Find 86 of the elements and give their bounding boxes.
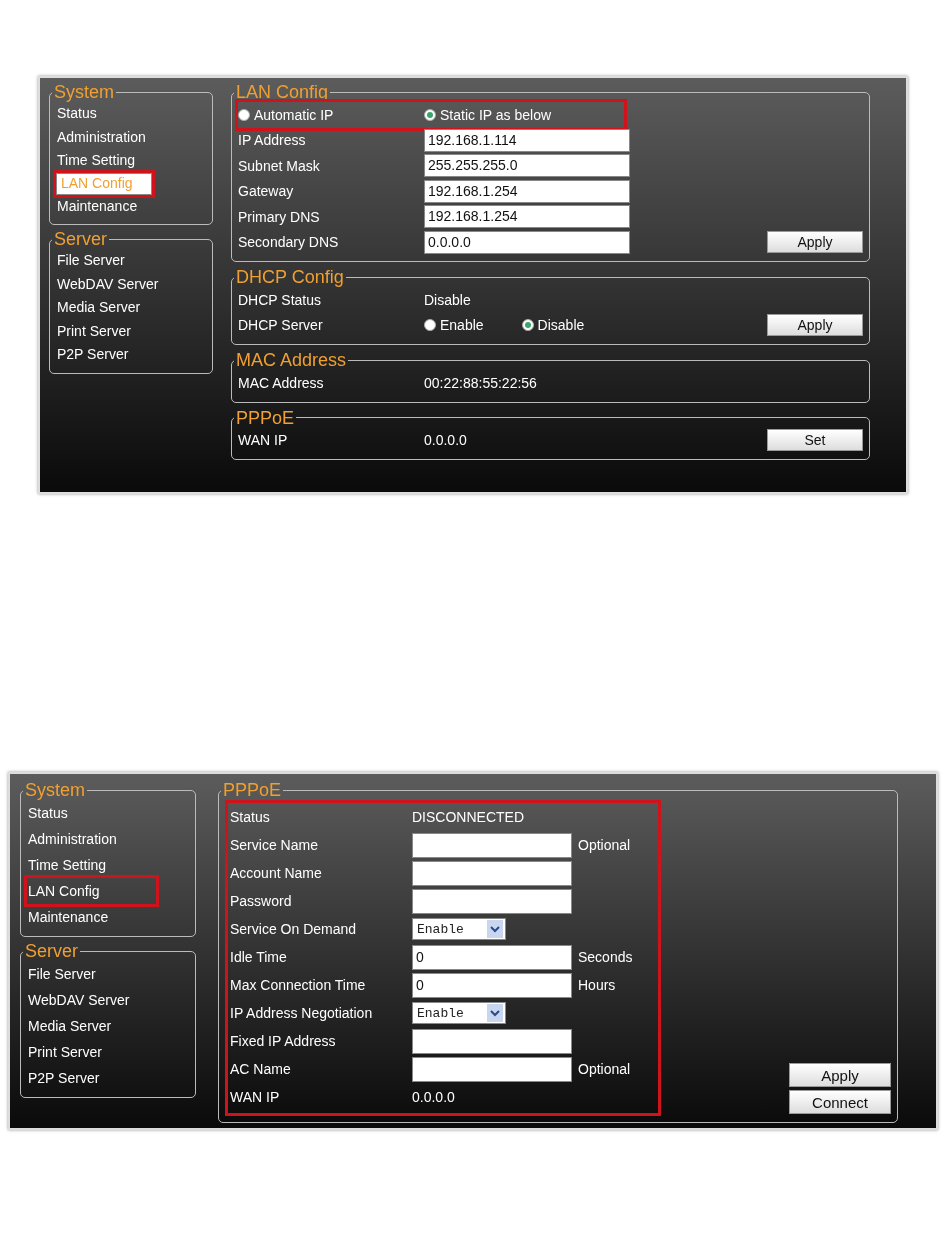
menu-item[interactable]: WebDAV Server: [27, 987, 189, 1013]
group-title: Server: [53, 229, 108, 249]
input-field[interactable]: 192.168.1.254: [424, 205, 630, 229]
input-field[interactable]: 192.168.1.114: [424, 128, 630, 152]
section-title: LAN Config: [235, 82, 330, 102]
dropdown[interactable]: Enable: [412, 1002, 506, 1024]
input-field[interactable]: 0: [412, 944, 572, 970]
action-button[interactable]: Apply: [767, 314, 863, 336]
action-button[interactable]: Apply: [767, 231, 863, 253]
field-value: Disable: [424, 291, 471, 308]
menu-item[interactable]: Time Setting: [27, 852, 189, 878]
group-title: System: [53, 82, 115, 102]
field-value: 00:22:88:55:22:56: [424, 374, 537, 391]
unit-label: Hours: [578, 977, 616, 993]
menu-item[interactable]: WebDAV Server: [56, 272, 206, 296]
action-button[interactable]: Set: [767, 429, 863, 451]
field-label: Subnet Mask: [238, 157, 321, 174]
menu-item[interactable]: P2P Server: [56, 343, 206, 367]
dropdown[interactable]: Enable: [412, 918, 506, 940]
radio-icon[interactable]: [424, 108, 436, 121]
menu-item[interactable]: Media Server: [27, 1013, 189, 1039]
menu-item[interactable]: P2P Server: [27, 1065, 189, 1091]
field-label: MAC Address: [238, 374, 325, 391]
field-value: 0.0.0.0: [412, 1089, 455, 1105]
unit-label: Optional: [578, 837, 631, 853]
menu-item[interactable]: LAN Config: [27, 878, 156, 904]
chevron-down-icon: [487, 920, 503, 938]
chevron-down-icon: [487, 1004, 503, 1022]
radio-icon[interactable]: [424, 319, 436, 332]
menu-item[interactable]: Media Server: [56, 296, 206, 320]
group-title: Server: [24, 941, 79, 961]
input-field[interactable]: [412, 1056, 572, 1082]
field-label: WAN IP: [230, 1089, 281, 1105]
input-field[interactable]: 192.168.1.254: [424, 179, 630, 203]
field-label: Fixed IP Address: [230, 1033, 337, 1049]
field-label: Idle Time: [230, 949, 288, 965]
input-field[interactable]: [412, 832, 572, 858]
field-label: DHCP Status: [238, 291, 322, 308]
radio-icon[interactable]: [521, 319, 534, 332]
field-value: DISCONNECTED: [412, 809, 524, 825]
menu-item[interactable]: File Server: [27, 961, 189, 987]
menu-item[interactable]: Maintenance: [56, 194, 206, 218]
menu-item[interactable]: Print Server: [27, 1039, 189, 1065]
menu-item[interactable]: Status: [27, 800, 189, 826]
section-title: PPPoE: [222, 780, 283, 800]
input-field[interactable]: 0: [412, 972, 572, 998]
field-label: AC Name: [230, 1061, 292, 1077]
field-label: IP Address: [238, 132, 307, 149]
action-button[interactable]: Apply: [789, 1063, 891, 1087]
group-title: System: [24, 780, 86, 800]
menu-item[interactable]: File Server: [56, 249, 206, 273]
field-label: IP Address Negotiation: [230, 1005, 374, 1021]
field-label: Service Name: [230, 837, 319, 853]
radio-option[interactable]: Disable: [521, 317, 585, 334]
menu-item[interactable]: Print Server: [56, 319, 206, 343]
section-title: MAC Address: [235, 350, 348, 370]
field-label: DHCP Server: [238, 317, 324, 334]
radio-icon[interactable]: [238, 108, 250, 121]
field-label: Account Name: [230, 865, 323, 881]
field-label: WAN IP: [238, 432, 289, 449]
input-field[interactable]: 255.255.255.0: [424, 154, 630, 178]
field-label: Gateway: [238, 183, 295, 200]
menu-item[interactable]: Administration: [27, 826, 189, 852]
input-field[interactable]: [412, 888, 572, 914]
unit-label: Seconds: [578, 949, 633, 965]
menu-item[interactable]: Status: [56, 102, 206, 126]
menu-item[interactable]: Administration: [56, 125, 206, 149]
action-button[interactable]: Connect: [789, 1090, 891, 1114]
section-title: DHCP Config: [235, 267, 345, 287]
radio-option[interactable]: Enable: [424, 317, 484, 334]
field-label: Status: [230, 809, 271, 825]
menu-item[interactable]: Maintenance: [27, 904, 189, 930]
field-label: Password: [230, 893, 293, 909]
field-label: Primary DNS: [238, 208, 321, 225]
input-field[interactable]: 0.0.0.0: [424, 230, 630, 254]
field-label: Max Connection Time: [230, 977, 367, 993]
unit-label: Optional: [578, 1061, 631, 1077]
radio-option[interactable]: Automatic IP: [238, 106, 424, 123]
field-label: Secondary DNS: [238, 234, 340, 251]
radio-option[interactable]: Static IP as below: [424, 106, 552, 123]
input-field[interactable]: [412, 860, 572, 886]
input-field[interactable]: [412, 1028, 572, 1054]
field-label: Service On Demand: [230, 921, 358, 937]
field-value: 0.0.0.0: [424, 432, 467, 449]
section-title: PPPoE: [235, 407, 296, 428]
menu-item[interactable]: Time Setting: [56, 149, 206, 173]
